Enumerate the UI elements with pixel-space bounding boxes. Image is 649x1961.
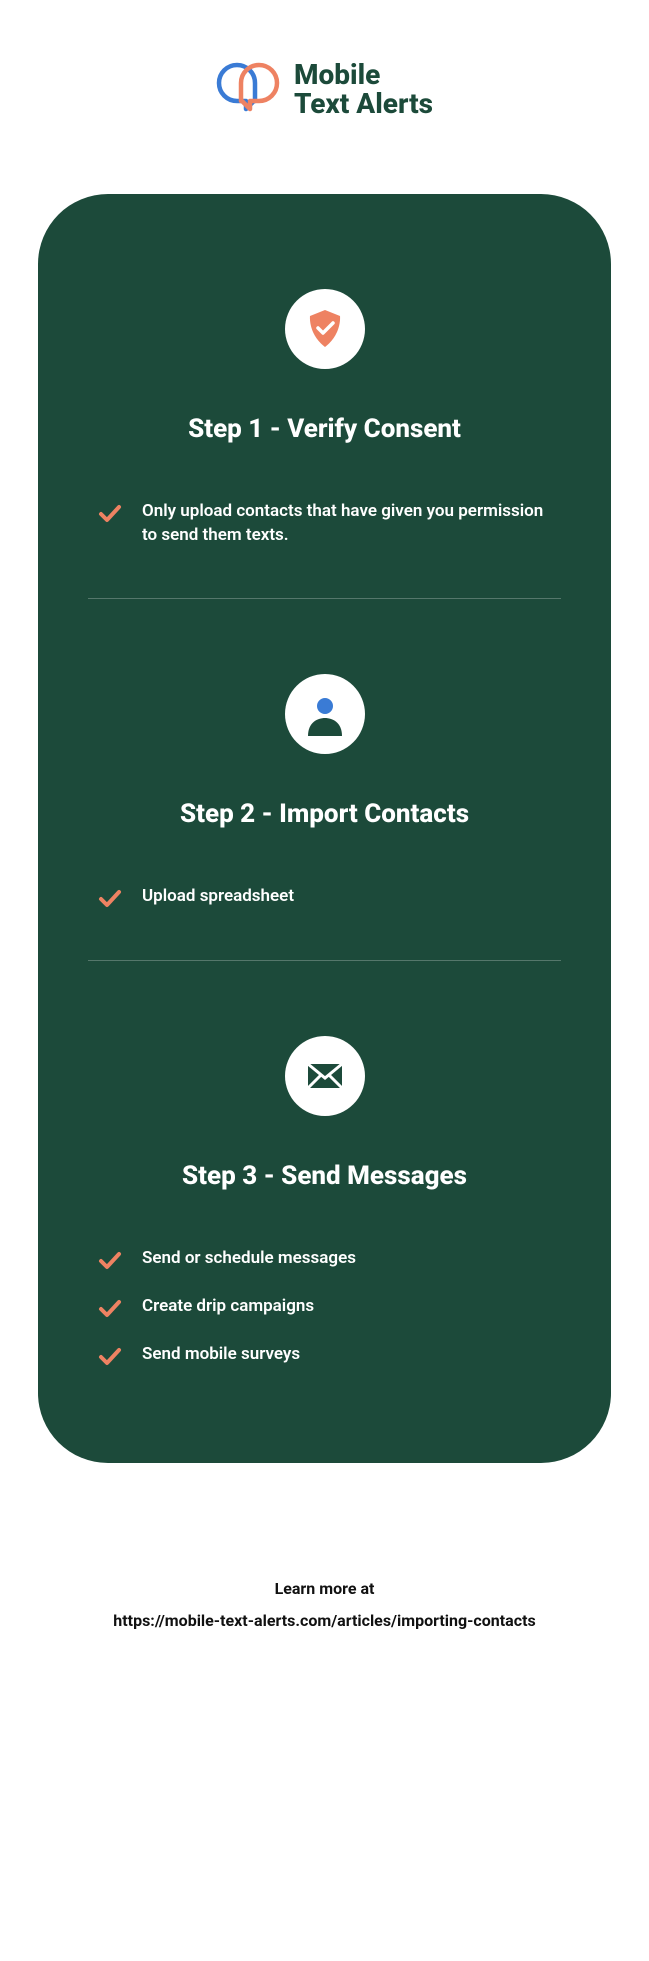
- brand-logo: Mobile Text Alerts: [38, 60, 611, 119]
- steps-card: Step 1 - Verify Consent Only upload cont…: [38, 194, 611, 1463]
- list-item-text: Send or schedule messages: [142, 1246, 356, 1271]
- envelope-icon: [285, 1036, 365, 1116]
- step-1-bullets: Only upload contacts that have given you…: [88, 499, 561, 548]
- divider: [88, 960, 561, 961]
- step-2: Step 2 - Import Contacts Upload spreadsh…: [88, 674, 561, 910]
- step-3: Step 3 - Send Messages Send or schedule …: [88, 1036, 561, 1368]
- step-2-title: Step 2 - Import Contacts: [88, 799, 561, 829]
- brand-logo-icon: [216, 61, 280, 117]
- step-1: Step 1 - Verify Consent Only upload cont…: [88, 289, 561, 548]
- list-item: Send or schedule messages: [98, 1246, 551, 1272]
- person-icon: [285, 674, 365, 754]
- check-icon: [98, 1344, 122, 1368]
- step-2-bullets: Upload spreadsheet: [88, 884, 561, 910]
- list-item: Send mobile surveys: [98, 1342, 551, 1368]
- footer-line2: https://mobile-text-alerts.com/articles/…: [38, 1605, 611, 1637]
- step-3-bullets: Send or schedule messages Create drip ca…: [88, 1246, 561, 1368]
- shield-check-icon: [285, 289, 365, 369]
- check-icon: [98, 1248, 122, 1272]
- footer-line1: Learn more at: [38, 1573, 611, 1605]
- list-item-text: Only upload contacts that have given you…: [142, 499, 551, 548]
- brand-name: Mobile Text Alerts: [294, 60, 433, 119]
- list-item-text: Send mobile surveys: [142, 1342, 300, 1367]
- check-icon: [98, 501, 122, 525]
- brand-name-line2: Text Alerts: [294, 89, 433, 118]
- footer: Learn more at https://mobile-text-alerts…: [38, 1573, 611, 1637]
- step-3-title: Step 3 - Send Messages: [88, 1161, 561, 1191]
- divider: [88, 598, 561, 599]
- list-item-text: Create drip campaigns: [142, 1294, 314, 1319]
- list-item: Upload spreadsheet: [98, 884, 551, 910]
- check-icon: [98, 1296, 122, 1320]
- brand-name-line1: Mobile: [294, 60, 433, 89]
- page: Mobile Text Alerts Step 1 - Verify Conse…: [0, 0, 649, 1697]
- step-1-title: Step 1 - Verify Consent: [88, 414, 561, 444]
- list-item: Only upload contacts that have given you…: [98, 499, 551, 548]
- check-icon: [98, 886, 122, 910]
- list-item-text: Upload spreadsheet: [142, 884, 294, 909]
- list-item: Create drip campaigns: [98, 1294, 551, 1320]
